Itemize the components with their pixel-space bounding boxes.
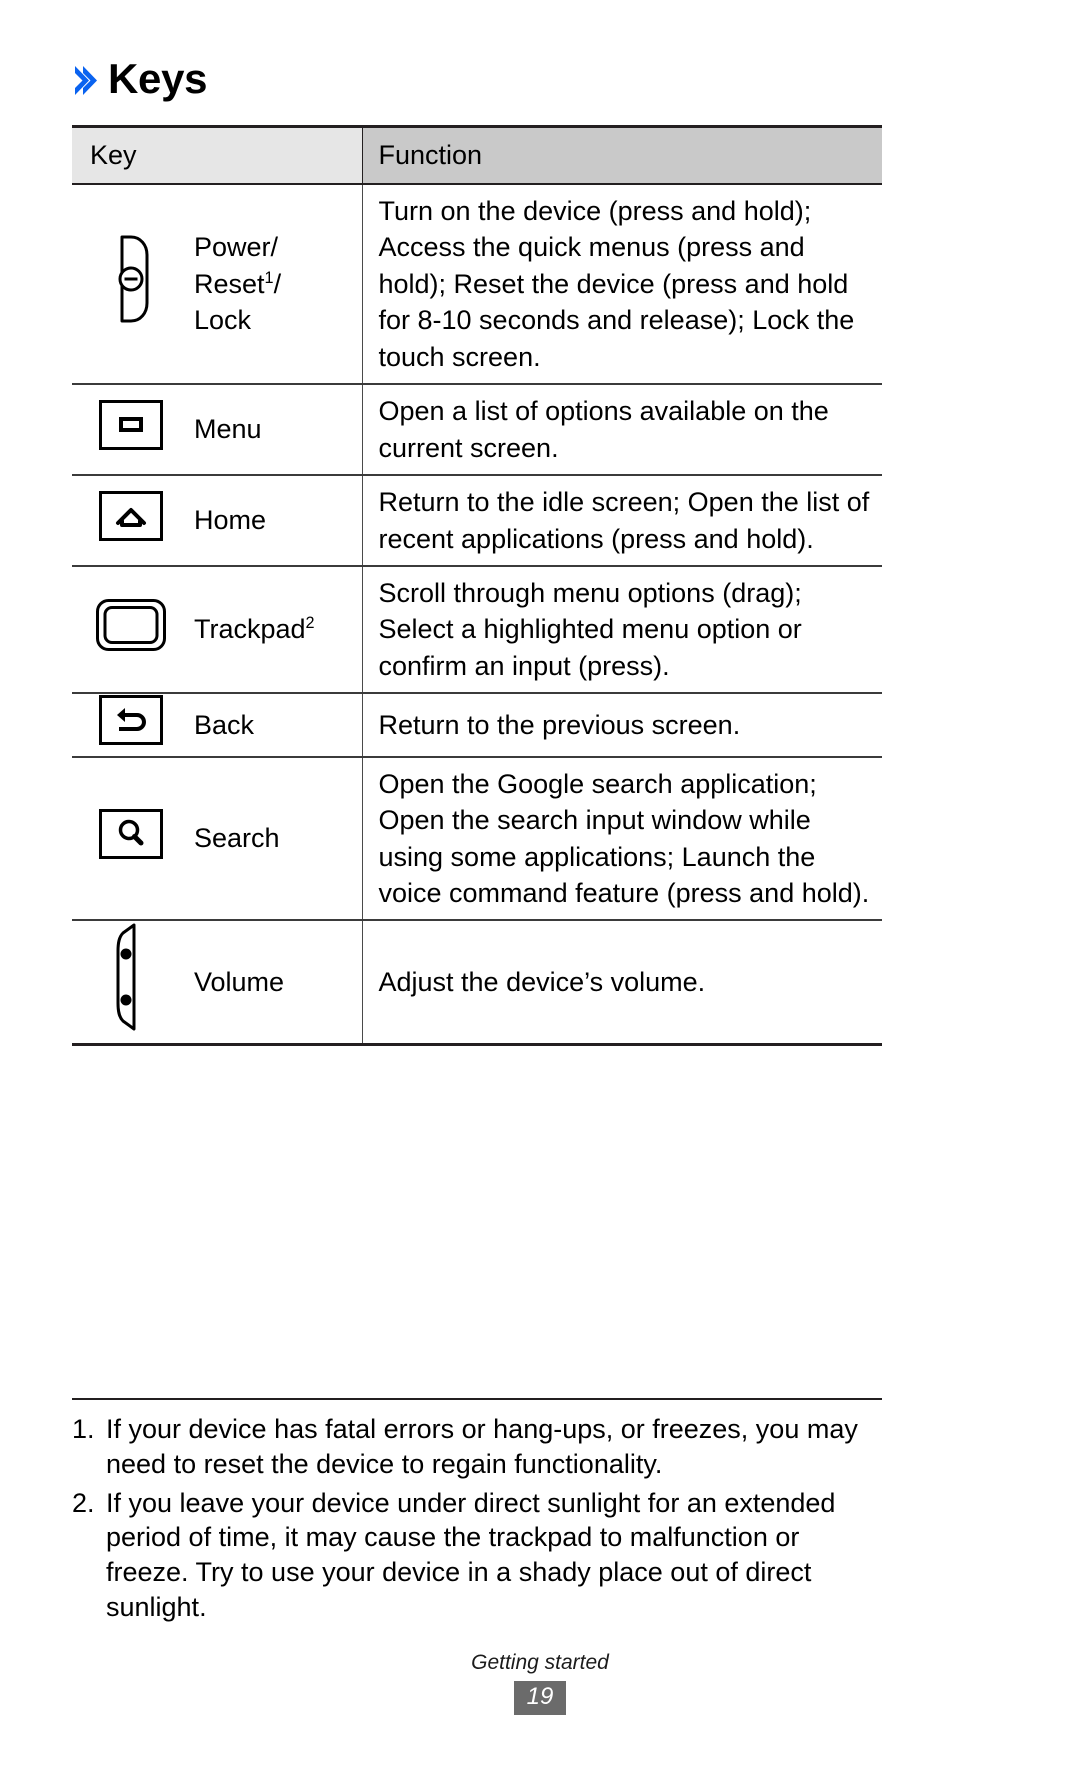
key-label-cell: Volume bbox=[190, 920, 363, 1046]
key-label-line1: Power/ bbox=[194, 232, 279, 263]
table-row: Search Open the Google search applicatio… bbox=[72, 756, 882, 922]
key-label-cell: Back bbox=[190, 693, 363, 758]
table-header-row: Key Function bbox=[72, 125, 882, 185]
footer-chapter-title: Getting started bbox=[471, 1651, 609, 1674]
key-icon-cell bbox=[72, 384, 190, 477]
home-key-icon bbox=[98, 490, 164, 542]
footnote-number: 1. bbox=[72, 1414, 95, 1444]
key-label-line3: Lock bbox=[194, 305, 252, 336]
key-label-cell: Home bbox=[190, 475, 363, 567]
footnote-text: If you leave your device under direct su… bbox=[106, 1487, 836, 1623]
table-row: Back Return to the previous screen. bbox=[72, 693, 882, 758]
footnote-marker-1: 1 bbox=[264, 268, 274, 287]
table-row: Trackpad2 Scroll through menu options (d… bbox=[72, 565, 882, 695]
key-function-cell: Adjust the device’s volume. bbox=[362, 920, 882, 1046]
footnote-item: 1. If your device has fatal errors or ha… bbox=[72, 1412, 884, 1482]
table-row: Volume Adjust the device’s volume. bbox=[72, 920, 882, 1046]
key-icon-cell bbox=[72, 475, 190, 567]
power-key-icon bbox=[109, 233, 153, 325]
footnote-marker-2: 2 bbox=[305, 614, 315, 633]
footnote-divider bbox=[72, 1398, 882, 1400]
key-function-cell: Return to the idle screen; Open the list… bbox=[362, 475, 882, 567]
page-title: Keys bbox=[72, 55, 208, 102]
back-key-icon bbox=[98, 694, 164, 746]
footnote-item: 2. If you leave your device under direct… bbox=[72, 1486, 884, 1625]
page-number-badge: 19 bbox=[513, 1681, 567, 1715]
page-title-text: Keys bbox=[108, 55, 208, 102]
key-label-cell: Search bbox=[190, 756, 363, 922]
key-function-cell: Return to the previous screen. bbox=[362, 693, 882, 758]
key-icon-cell bbox=[72, 565, 190, 695]
column-header-function: Function bbox=[362, 125, 882, 185]
menu-key-icon bbox=[98, 399, 164, 451]
key-icon-cell bbox=[72, 756, 190, 922]
key-label-cell: Trackpad2 bbox=[190, 565, 363, 695]
volume-key-icon bbox=[108, 921, 154, 1033]
chevron-right-icon bbox=[72, 61, 98, 101]
table-row: Menu Open a list of options available on… bbox=[72, 384, 882, 477]
key-function-cell: Open a list of options available on the … bbox=[362, 384, 882, 477]
footnote-text: If your device has fatal errors or hang-… bbox=[106, 1414, 858, 1479]
footnotes: 1. If your device has fatal errors or ha… bbox=[72, 1412, 884, 1629]
key-label-line2-tail: / bbox=[273, 268, 282, 299]
keys-table: Key Function Power/ Reset1/ Lock Turn on… bbox=[72, 125, 882, 1046]
key-label-line2-base: Reset bbox=[194, 268, 265, 299]
key-icon-cell bbox=[72, 920, 190, 1046]
key-function-cell: Scroll through menu options (drag); Sele… bbox=[362, 565, 882, 695]
page-footer: Getting started 19 bbox=[0, 1650, 1080, 1715]
column-header-key: Key bbox=[72, 125, 363, 185]
key-label-text: Trackpad bbox=[194, 614, 306, 645]
key-function-cell: Open the Google search application; Open… bbox=[362, 756, 882, 922]
key-label-cell: Menu bbox=[190, 384, 363, 477]
key-icon-cell bbox=[72, 693, 190, 758]
document-page: Keys Key Function Power/ Reset1/ Lock Tu… bbox=[0, 0, 1080, 1771]
table-row: Home Return to the idle screen; Open the… bbox=[72, 475, 882, 567]
trackpad-key-icon bbox=[95, 598, 167, 652]
key-function-cell: Turn on the device (press and hold); Acc… bbox=[362, 184, 882, 386]
key-icon-cell bbox=[72, 184, 190, 386]
search-key-icon bbox=[98, 808, 164, 860]
table-row: Power/ Reset1/ Lock Turn on the device (… bbox=[72, 184, 882, 386]
key-label-line2: Reset1/ bbox=[194, 266, 352, 302]
key-label-cell: Power/ Reset1/ Lock bbox=[190, 184, 363, 386]
footnote-number: 2. bbox=[72, 1487, 95, 1518]
